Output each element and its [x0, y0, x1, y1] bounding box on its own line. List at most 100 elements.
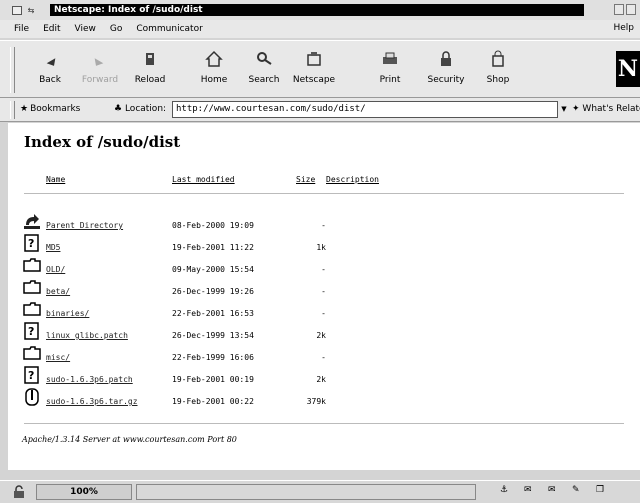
footer-divider	[24, 423, 624, 424]
menu-bar: File Edit View Go Communicator Help	[0, 20, 640, 38]
url-input[interactable]: http://www.courtesan.com/sudo/dist/	[172, 101, 558, 118]
file-link[interactable]: sudo-1.6.3p6.patch	[46, 375, 133, 384]
bookmarks-icon: ★	[20, 104, 29, 114]
list-item: ? sudo-1.6.3p6.patch 19-Feb-2001 00:19 2…	[22, 365, 422, 387]
menu-view[interactable]: View	[75, 24, 96, 34]
page-proxy-icon[interactable]: ♣	[114, 104, 122, 114]
file-link[interactable]: Parent Directory	[46, 221, 123, 230]
security-lock-icon[interactable]	[12, 485, 26, 499]
menu-go[interactable]: Go	[110, 24, 122, 34]
svg-text:?: ?	[28, 237, 34, 250]
server-address: Apache/1.3.14 Server at www.courtesan.co…	[22, 435, 237, 444]
print-icon	[383, 52, 397, 64]
location-label-text: Location:	[124, 104, 167, 114]
column-header-name[interactable]: Name	[46, 175, 65, 184]
discussion-icon[interactable]: ✉	[548, 485, 564, 499]
window-title: Netscape: Index of /sudo/dist	[50, 4, 584, 16]
file-link[interactable]: sudo-1.6.3p6.tar.gz	[46, 397, 138, 406]
page-heading: Index of /sudo/dist	[24, 133, 181, 151]
location-grip[interactable]	[10, 101, 15, 119]
file-modified: 09-May-2000 15:54	[172, 265, 254, 274]
file-size: -	[321, 221, 326, 230]
shop-label: Shop	[486, 75, 510, 85]
reload-label: Reload	[134, 75, 166, 85]
file-link[interactable]: linux_glibc.patch	[46, 331, 128, 340]
folder-icon	[23, 280, 41, 294]
menu-file[interactable]: File	[14, 24, 29, 34]
file-size: -	[321, 353, 326, 362]
window-controls	[614, 4, 636, 15]
search-label: Search	[248, 75, 280, 85]
list-item: misc/ 22-Feb-1999 16:06 -	[22, 343, 422, 365]
mail-icon[interactable]: ✉	[524, 485, 540, 499]
folder-icon	[23, 258, 41, 272]
back-arrow-icon	[46, 52, 56, 66]
home-button[interactable]: Home	[186, 49, 242, 91]
print-button[interactable]: Print	[362, 49, 418, 91]
maximize-button[interactable]	[626, 4, 636, 15]
forward-label: Forward	[81, 75, 119, 85]
menu-edit[interactable]: Edit	[43, 24, 60, 34]
shop-button[interactable]: Shop	[470, 49, 526, 91]
title-bar: ⇆ Netscape: Index of /sudo/dist	[0, 0, 640, 20]
composer-icon[interactable]: ✎	[572, 485, 588, 499]
component-bar: ⚓ ✉ ✉ ✎ ❐	[500, 485, 612, 499]
column-header-description[interactable]: Description	[326, 175, 379, 184]
search-button[interactable]: Search	[236, 49, 292, 91]
column-header-modified[interactable]: Last modified	[172, 175, 235, 184]
forward-button[interactable]: Forward	[72, 49, 128, 91]
file-size: -	[321, 309, 326, 318]
status-bar: 100% ⚓ ✉ ✉ ✎ ❐	[0, 480, 640, 503]
reload-icon	[146, 53, 154, 65]
list-item: ? linux_glibc.patch 26-Dec-1999 13:54 2k	[22, 321, 422, 343]
minimize-button[interactable]	[614, 4, 624, 15]
file-size: 2k	[316, 375, 326, 384]
security-button[interactable]: Security	[418, 49, 474, 91]
status-message	[136, 484, 476, 500]
whats-related-button[interactable]: ✦ What's Related	[572, 104, 640, 114]
print-label: Print	[379, 75, 401, 85]
forward-arrow-icon	[94, 52, 104, 66]
bookmarks-button[interactable]: ★ Bookmarks	[20, 104, 80, 114]
back-label: Back	[39, 75, 61, 85]
toolbar-grip[interactable]	[10, 47, 15, 93]
calendar-icon[interactable]: ❐	[596, 485, 612, 499]
header-divider	[24, 193, 624, 194]
related-label: What's Related	[582, 104, 640, 114]
netscape-logo[interactable]: N	[616, 51, 640, 87]
page-content: Index of /sudo/dist Name Last modified S…	[8, 123, 640, 470]
progress-indicator: 100%	[36, 484, 132, 500]
netscape-button[interactable]: Netscape	[286, 49, 342, 91]
text-file-icon: ?	[24, 366, 39, 384]
back-button[interactable]: Back	[22, 49, 78, 91]
file-size: -	[321, 265, 326, 274]
reload-button[interactable]: Reload	[122, 49, 178, 91]
file-link[interactable]: misc/	[46, 353, 70, 362]
shop-icon	[492, 50, 504, 67]
list-item: beta/ 26-Dec-1999 19:26 -	[22, 277, 422, 299]
menu-communicator[interactable]: Communicator	[136, 24, 202, 34]
file-size: 1k	[316, 243, 326, 252]
compressed-file-icon	[25, 388, 39, 406]
text-file-icon: ?	[24, 322, 39, 340]
navigator-icon[interactable]: ⚓	[500, 485, 516, 499]
file-link[interactable]: OLD/	[46, 265, 65, 274]
file-size: 379k	[306, 397, 326, 406]
column-header-size[interactable]: Size	[296, 175, 315, 184]
folder-icon	[23, 302, 41, 316]
file-modified: 19-Feb-2001 11:22	[172, 243, 254, 252]
file-link[interactable]: beta/	[46, 287, 70, 296]
file-modified: 19-Feb-2001 00:19	[172, 375, 254, 384]
navigation-toolbar: Back Forward Reload Home Search Netscape…	[0, 40, 640, 98]
home-label: Home	[200, 75, 228, 85]
file-link[interactable]: binaries/	[46, 309, 89, 318]
window-menu-button[interactable]	[12, 5, 22, 15]
window-arrows-icon[interactable]: ⇆	[24, 6, 38, 15]
list-item: Parent Directory 08-Feb-2000 19:09 -	[22, 211, 422, 233]
menu-help[interactable]: Help	[613, 23, 634, 33]
netscape-label: Netscape	[292, 75, 336, 85]
file-link[interactable]: MD5	[46, 243, 60, 252]
url-dropdown-icon[interactable]: ▼	[559, 102, 569, 116]
svg-text:?: ?	[28, 369, 34, 382]
text-file-icon: ?	[24, 234, 39, 252]
